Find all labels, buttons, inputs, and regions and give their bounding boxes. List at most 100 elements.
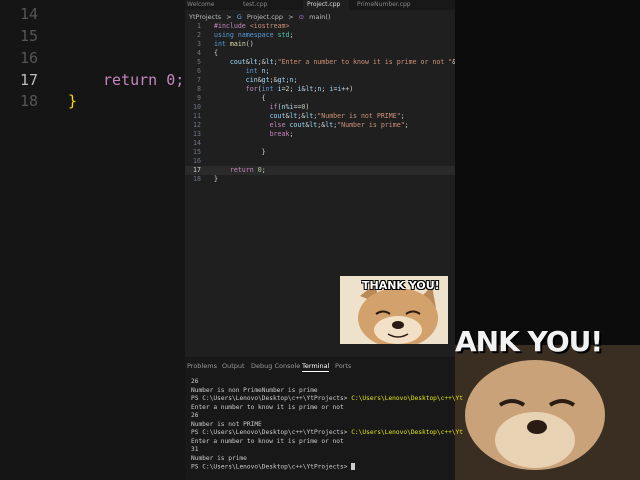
tab-ports[interactable]: Ports [335, 362, 351, 370]
prompt-command: C:\Users\Lenovo\Desktop\c++\Yt [347, 429, 463, 436]
code-line[interactable]: 15 } [185, 148, 455, 157]
code-line-text: for(int i=2; i&lt;n; i=i++) [245, 85, 354, 93]
line-number: 16 [193, 157, 201, 165]
code-line-text: cout&lt;&lt;"Enter a number to know it i… [229, 58, 455, 66]
cpp-file-icon: G [236, 13, 242, 21]
terminal-line: Enter a number to know it is prime or no… [191, 438, 455, 447]
terminal-text: Number is non PrimeNumber is prime [191, 386, 318, 394]
breadcrumb-separator: > [288, 13, 294, 21]
terminal-text: Enter a number to know it is prime or no… [191, 403, 344, 411]
thank-you-overlay-text: ANK YOU! [455, 325, 603, 358]
code-line[interactable]: 13 break; [185, 130, 455, 139]
code-line-text: int n; [245, 67, 270, 75]
code-line[interactable]: 5 cout&lt;&lt;"Enter a number to know it… [185, 58, 455, 67]
line-number: 1 [197, 22, 201, 30]
code-line[interactable]: 10 if(n%i==0) [185, 103, 455, 112]
line-number: 4 [197, 49, 201, 57]
code-line[interactable]: 18} [185, 175, 455, 184]
code-line[interactable]: 11 cout&lt;&lt;"Number is not PRIME"; [185, 112, 455, 121]
bg-line-number: 18 [20, 92, 39, 110]
function-symbol-icon: ⊙ [298, 13, 305, 21]
line-number: 13 [193, 130, 201, 138]
code-line[interactable]: 16 [185, 157, 455, 166]
bottom-panel: Problems Output Debug Console Terminal P… [185, 357, 463, 480]
bg-line-number: 17 [20, 71, 39, 89]
tab-output[interactable]: Output [222, 362, 245, 370]
panel-tab-bar: Problems Output Debug Console Terminal P… [185, 359, 455, 373]
breadcrumb: YtProjects > G Project.cpp > ⊙ main() [189, 13, 333, 21]
terminal-text: Number is not PRIME [191, 420, 262, 428]
code-line-text: } [214, 175, 218, 183]
terminal-line: Number is not PRIME [191, 421, 455, 430]
line-number: 5 [197, 58, 201, 66]
code-area[interactable]: 1 #include <iostream> 2 using namespace std… [185, 22, 455, 184]
tab-welcome[interactable]: Welcome [187, 0, 225, 10]
code-line-text: int main() [214, 40, 254, 48]
terminal-line: 26 [191, 378, 455, 387]
terminal-output[interactable]: 26 Number is non PrimeNumber is prime PS C… [191, 378, 463, 472]
line-number: 10 [193, 103, 201, 111]
code-line[interactable]: 4{ [185, 49, 455, 58]
terminal-line: 26 [191, 412, 455, 421]
gif-caption: THANK YOU! [362, 279, 440, 292]
line-number: 12 [193, 121, 201, 129]
code-line-text: using namespace std; [214, 31, 294, 39]
bg-return-text: return 0; [103, 71, 185, 89]
tab-test-cpp[interactable]: test.cpp [243, 0, 277, 10]
line-number: 6 [197, 67, 201, 75]
code-line[interactable]: 1 #include <iostream> [185, 22, 455, 31]
terminal-text: 31 [191, 446, 199, 453]
tab-debug-console[interactable]: Debug Console [251, 362, 300, 370]
line-number: 2 [197, 31, 201, 39]
code-line-text: } [214, 148, 266, 156]
tab-problems[interactable]: Problems [187, 362, 217, 370]
code-line[interactable]: 14 [185, 139, 455, 148]
terminal-line: Number is prime [191, 455, 455, 464]
editor-tab-bar: Welcome test.cpp Project.cpp PrimeNumber… [185, 0, 455, 10]
prompt-prefix: PS [191, 429, 203, 436]
line-number: 11 [193, 112, 201, 120]
code-line[interactable]: 2 using namespace std; [185, 31, 455, 40]
dog-image-blur [455, 345, 640, 480]
code-line[interactable]: 7 cin&gt;&gt;n; [185, 76, 455, 85]
breadcrumb-symbol[interactable]: main() [309, 13, 330, 21]
terminal-cursor [351, 463, 356, 470]
line-number: 3 [197, 40, 201, 48]
tab-primenumber-cpp[interactable]: PrimeNumber.cpp [357, 0, 417, 10]
code-line-text: { [214, 94, 266, 102]
code-line[interactable]: 8 for(int i=2; i&lt;n; i=i++) [185, 85, 455, 94]
code-line[interactable]: 17 return 0; [185, 166, 455, 175]
tab-project-cpp[interactable]: Project.cpp [303, 0, 349, 10]
code-line[interactable]: 12 else cout&lt;&lt;"Number is prime"; [185, 121, 455, 130]
prompt-path: C:\Users\Lenovo\Desktop\c++\YtProjects> [202, 463, 348, 471]
bg-line-number: 16 [20, 49, 39, 67]
terminal-text: 26 [191, 412, 199, 419]
terminal-line: Enter a number to know it is prime or no… [191, 404, 455, 413]
code-line[interactable]: 6 int n; [185, 67, 455, 76]
terminal-text: Number is prime [191, 454, 247, 462]
code-line-text: cout&lt;&lt;"Number is not PRIME"; [269, 112, 405, 120]
terminal-line: Number is non PrimeNumber is prime [191, 387, 455, 396]
terminal-line: PS C:\Users\Lenovo\Desktop\c++\YtProject… [191, 463, 455, 472]
line-number: 18 [193, 175, 201, 183]
breadcrumb-folder[interactable]: YtProjects [189, 13, 221, 21]
breadcrumb-file[interactable]: Project.cpp [247, 13, 283, 21]
terminal-text: Enter a number to know it is prime or no… [191, 437, 344, 445]
code-line-text: cin&gt;&gt;n; [245, 76, 298, 84]
terminal-line: 31 [191, 446, 455, 455]
terminal-text: 26 [191, 378, 199, 385]
code-line[interactable]: 3 int main() [185, 40, 455, 49]
code-line-text: else cout&lt;&lt;"Number is prime"; [269, 121, 409, 129]
code-line-text: return 0; [229, 166, 266, 174]
bg-line-number: 15 [20, 27, 39, 45]
terminal-line: PS C:\Users\Lenovo\Desktop\c++\YtProject… [191, 395, 463, 404]
tab-terminal[interactable]: Terminal [302, 362, 330, 372]
code-line-text: break; [269, 130, 294, 138]
code-line[interactable]: 9 { [185, 94, 455, 103]
bg-line-number: 14 [20, 5, 39, 23]
code-line-text: { [214, 49, 218, 57]
background-left-blur: 14 15 16 17 return 0; 18 } [0, 0, 185, 480]
prompt-prefix: PS [191, 395, 203, 402]
thank-you-gif: THANK YOU! [340, 276, 448, 344]
terminal-line: PS C:\Users\Lenovo\Desktop\c++\YtProject… [191, 429, 463, 438]
